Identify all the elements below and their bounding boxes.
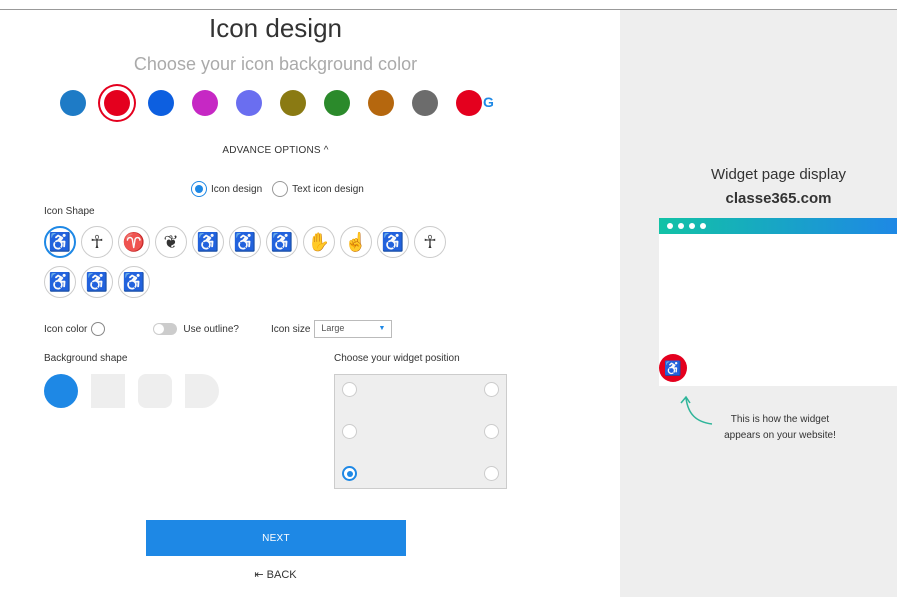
- widget-preview-panel: Widget page display classe365.com ♿ This…: [620, 10, 897, 597]
- icon-shape-option[interactable]: ❦: [155, 226, 187, 258]
- browser-dot: [667, 223, 673, 229]
- position-middle-left[interactable]: [342, 424, 357, 439]
- icon-shape-option[interactable]: ♈: [118, 226, 150, 258]
- advance-options-toggle[interactable]: ADVANCE OPTIONS ^: [8, 145, 543, 156]
- accessibility-widget-preview: ♿: [659, 354, 687, 382]
- color-swatch[interactable]: [280, 90, 306, 116]
- person-universal-icon: ☥: [423, 231, 437, 252]
- browser-dot: [700, 223, 706, 229]
- icon-shape-option[interactable]: ♿: [118, 266, 150, 298]
- browser-bar: [659, 218, 897, 234]
- radio-button[interactable]: [191, 181, 207, 197]
- color-swatches: [60, 90, 500, 116]
- icon-size-label: Icon size: [270, 323, 311, 335]
- icon-design-panel: Icon design Choose your icon background …: [8, 10, 620, 597]
- icon-shape-option[interactable]: ♿: [229, 226, 261, 258]
- back-link[interactable]: ⇤ BACK: [8, 568, 543, 581]
- icon-shape-option[interactable]: ♿: [44, 226, 76, 258]
- icon-size-select[interactable]: Large ▼: [314, 320, 393, 338]
- color-swatch[interactable]: [412, 90, 438, 116]
- position-middle-right[interactable]: [484, 424, 499, 439]
- page-title: Icon design: [209, 13, 342, 43]
- icon-shape-option[interactable]: ♿: [192, 226, 224, 258]
- wheelchair-bold-icon: ♿: [48, 271, 72, 292]
- color-swatch[interactable]: [104, 90, 130, 116]
- browser-dot: [689, 223, 695, 229]
- position-top-left[interactable]: [342, 382, 357, 397]
- icon-shape-option[interactable]: ♿: [81, 266, 113, 298]
- icon-shape-grid: ♿ ☥ ♈ ❦ ♿ ♿ ♿ ✋ ☝ ♿ ☥ ♿ ♿ ♿: [44, 226, 474, 306]
- wheelchair-motion-icon: ♿: [270, 231, 294, 252]
- use-outline-label: Use outline?: [183, 323, 239, 335]
- icon-shape-label: Icon Shape: [44, 206, 95, 217]
- wheelchair-dynamic-icon: ♿: [48, 231, 72, 252]
- advance-options-label: ADVANCE OPTIONS: [222, 145, 321, 156]
- wheelchair-circle-icon: ♿: [122, 271, 146, 292]
- color-subtitle: Choose your icon background color: [133, 54, 418, 74]
- use-outline-toggle[interactable]: [153, 323, 178, 335]
- hint-line-1: This is how the widget: [730, 414, 830, 425]
- color-swatch[interactable]: [456, 90, 482, 116]
- radio-label: Text icon design: [292, 183, 364, 195]
- color-swatch[interactable]: [60, 90, 86, 116]
- person-arms-up-icon: ♈: [122, 231, 146, 252]
- hint-line-2: appears on your website!: [724, 430, 836, 441]
- radio-text-icon-design[interactable]: Text icon design: [272, 181, 364, 197]
- person-heart-icon: ❦: [163, 231, 179, 252]
- person-arms-down-icon: ☥: [90, 231, 104, 252]
- next-button[interactable]: NEXT: [146, 520, 406, 556]
- google-icon: G: [483, 94, 494, 110]
- bg-shape-rounded-square[interactable]: [138, 374, 172, 408]
- background-shape-options: [44, 374, 232, 408]
- position-top-right[interactable]: [484, 382, 499, 397]
- preview-title: Widget page display: [710, 166, 847, 183]
- bg-shape-square[interactable]: [91, 374, 125, 408]
- position-bottom-left[interactable]: [342, 466, 357, 481]
- radio-label: Icon design: [211, 183, 263, 195]
- chevron-up-icon: ^: [323, 145, 329, 156]
- preview-hint: This is how the widget appears on your w…: [710, 412, 850, 444]
- hand-open-icon: ✋: [307, 231, 331, 252]
- color-swatch[interactable]: [324, 90, 350, 116]
- back-label: BACK: [266, 569, 297, 581]
- background-shape-label: Background shape: [44, 353, 128, 364]
- icon-shape-option[interactable]: ☝: [340, 226, 372, 258]
- radio-icon-design[interactable]: Icon design: [191, 181, 262, 197]
- design-mode-radios: Icon design Text icon design: [191, 181, 374, 197]
- icon-shape-option[interactable]: ☥: [81, 226, 113, 258]
- preview-domain: classe365.com: [725, 190, 832, 207]
- icon-shape-option[interactable]: ♿: [377, 226, 409, 258]
- wheelchair-classic-icon: ♿: [85, 271, 109, 292]
- wheelchair-icon: ♿: [233, 231, 257, 252]
- icon-options-row: Icon color Use outline? Icon size Large …: [44, 320, 393, 338]
- icon-shape-option[interactable]: ✋: [303, 226, 335, 258]
- browser-dot: [678, 223, 684, 229]
- wheelchair-outline-icon: ♿: [196, 231, 220, 252]
- back-arrow-icon: ⇤: [254, 569, 264, 581]
- icon-shape-option[interactable]: ♿: [44, 266, 76, 298]
- icon-shape-option[interactable]: ♿: [266, 226, 298, 258]
- icon-color-label: Icon color: [44, 323, 88, 335]
- color-swatch[interactable]: [236, 90, 262, 116]
- bg-shape-circle[interactable]: [44, 374, 78, 408]
- radio-button[interactable]: [272, 181, 289, 197]
- widget-position-picker: [334, 374, 507, 489]
- caret-down-icon: ▼: [378, 325, 386, 332]
- color-swatch[interactable]: [368, 90, 394, 116]
- color-swatch[interactable]: [192, 90, 218, 116]
- browser-mockup: [659, 218, 897, 386]
- hand-pointer-icon: ☝: [344, 231, 368, 252]
- color-swatch[interactable]: [148, 90, 174, 116]
- icon-size-value: Large: [321, 323, 345, 333]
- position-bottom-right[interactable]: [484, 466, 499, 481]
- wheelchair-light-icon: ♿: [381, 231, 405, 252]
- icon-color-picker[interactable]: [91, 322, 106, 336]
- widget-position-label: Choose your widget position: [334, 353, 460, 364]
- icon-shape-option[interactable]: ☥: [414, 226, 446, 258]
- bg-shape-half-round[interactable]: [185, 374, 219, 408]
